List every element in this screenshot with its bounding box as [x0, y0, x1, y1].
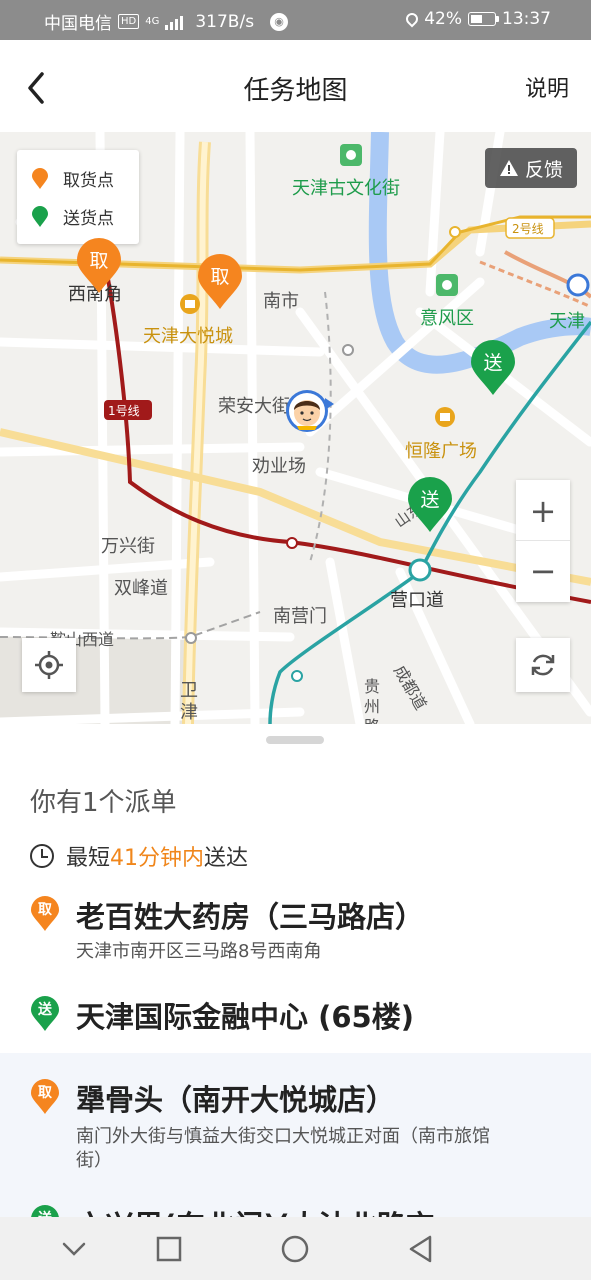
- order-count: 你有1个派单: [30, 788, 177, 818]
- order-2-block[interactable]: 取 犟骨头（南开大悦城店） 南门外大街与慎益大街交口大悦城正对面（南市旅馆街） …: [0, 1053, 591, 1243]
- delivery-badge-icon: 送: [30, 996, 60, 1032]
- crosshair-icon: [35, 651, 63, 679]
- map-label-culture-street: 天津古文化街: [292, 178, 400, 199]
- order-2-pickup[interactable]: 取 犟骨头（南开大悦城店） 南门外大街与慎益大街交口大悦城正对面（南市旅馆街）: [0, 1077, 591, 1177]
- warning-icon: [499, 160, 518, 176]
- map-label-yifeng: 意风区: [420, 308, 474, 329]
- clock-time: 13:37: [502, 9, 551, 29]
- eta-highlight: 41分钟内: [110, 846, 205, 871]
- order-2-pickup-address: 南门外大街与慎益大街交口大悦城正对面（南市旅馆街）: [76, 1126, 490, 1171]
- order-1-pickup[interactable]: 取 老百姓大药房（三马路店） 天津市南开区三马路8号西南角: [0, 894, 591, 974]
- status-left: 中国电信 HD 4G 317B/s ◉: [44, 9, 289, 34]
- pickup-marker-text: 取: [89, 250, 109, 272]
- status-right: 42% 13:37: [403, 9, 551, 29]
- map-legend: 取货点 送货点: [17, 150, 139, 244]
- delivery-marker-text: 送: [420, 489, 440, 511]
- delivery-marker-text: 送: [483, 352, 503, 374]
- triangle-back-icon: [409, 1235, 432, 1263]
- clock-icon: [30, 844, 54, 868]
- feedback-button[interactable]: 反馈: [485, 148, 577, 188]
- pickup-marker-text: 取: [210, 266, 230, 288]
- help-button[interactable]: 说明: [525, 71, 569, 103]
- network-speed: 317B/s: [195, 11, 255, 32]
- map-label-rongan: 荣安大街: [218, 396, 290, 417]
- delivery-pin-icon: [32, 205, 48, 227]
- map-label-tianjin: 天津: [549, 311, 585, 332]
- location-icon: [403, 10, 421, 28]
- map-label-nanyingmen: 南营门: [273, 606, 327, 627]
- map-label-wanxing: 万兴街: [101, 536, 155, 557]
- status-bar: 中国电信 HD 4G 317B/s ◉ 42% 13:37: [0, 0, 591, 40]
- map-label-weijin: 卫津: [180, 680, 198, 723]
- zoom-out-button[interactable]: −: [516, 541, 570, 601]
- nav-back-button[interactable]: [403, 1231, 439, 1267]
- map-label-henglong: 恒隆广场: [405, 441, 477, 462]
- refresh-icon: [531, 654, 555, 676]
- map-pickup-marker-2[interactable]: 取: [197, 254, 243, 310]
- map-label-shuangfeng: 双峰道: [114, 578, 168, 599]
- sheet-drag-handle[interactable]: [266, 736, 324, 744]
- zoom-control: + −: [516, 480, 570, 602]
- battery-icon: [468, 12, 499, 26]
- nav-recents-button[interactable]: [151, 1231, 187, 1267]
- pickup-badge-icon: 取: [30, 896, 60, 932]
- eta-suffix: 送达: [204, 846, 249, 871]
- square-icon: [156, 1236, 182, 1262]
- order-1-pickup-name: 老百姓大药房（三马路店）: [76, 900, 425, 934]
- signal-icon: [165, 14, 184, 30]
- map-pickup-marker-1[interactable]: 取: [76, 238, 122, 294]
- app-header: 任务地图 说明: [0, 40, 591, 132]
- hd-icon: HD: [118, 14, 140, 29]
- map-label-nanshi: 南市: [263, 291, 299, 312]
- rider-avatar-icon: [286, 390, 334, 432]
- nav-collapse-button[interactable]: [56, 1231, 92, 1267]
- legend-pickup: 取货点: [31, 166, 114, 191]
- feedback-label: 反馈: [524, 158, 563, 181]
- circle-icon: [281, 1235, 309, 1263]
- eta-row: 最短 41分钟内 送达: [30, 840, 248, 872]
- map-label-line2: 2号线: [512, 222, 544, 236]
- pickup-pin-icon: [32, 167, 48, 189]
- system-nav-bar: [0, 1217, 591, 1280]
- order-1-delivery[interactable]: 送 天津国际金融中心 (65楼): [0, 994, 591, 1044]
- rider-location-marker[interactable]: [285, 388, 335, 434]
- page-title: 任务地图: [243, 76, 348, 106]
- zoom-in-button[interactable]: +: [516, 481, 570, 541]
- map-label-yingkou: 营口道: [390, 590, 444, 611]
- eta-prefix: 最短: [66, 846, 111, 871]
- task-map[interactable]: 天津古文化街 2号线 西南角 天津大悦城 南市 意风区 天津 荣安大街 1号线 …: [0, 132, 591, 724]
- order-sheet[interactable]: 你有1个派单 最短 41分钟内 送达 取 老百姓大药房（三马路店） 天津市南开区…: [0, 724, 591, 1243]
- battery-percent: 42%: [424, 9, 462, 29]
- refresh-button[interactable]: [516, 638, 570, 692]
- data-saver-icon: ◉: [270, 12, 289, 31]
- map-label-guizhou: 贵州路: [364, 677, 381, 724]
- pickup-badge-icon: 取: [30, 1079, 60, 1115]
- locate-button[interactable]: [22, 638, 76, 692]
- legend-delivery: 送货点: [31, 204, 114, 229]
- legend-delivery-label: 送货点: [63, 209, 114, 229]
- carrier-label: 中国电信: [44, 14, 112, 34]
- nav-home-button[interactable]: [277, 1231, 313, 1267]
- chevron-down-icon: [62, 1242, 86, 1256]
- map-label-quanye: 劝业场: [252, 456, 306, 477]
- order-1-pickup-address: 天津市南开区三马路8号西南角: [76, 941, 322, 962]
- map-delivery-marker-1[interactable]: 送: [470, 340, 516, 396]
- order-1-delivery-name: 天津国际金融中心 (65楼): [76, 1000, 414, 1034]
- network-type: 4G: [145, 16, 160, 27]
- map-delivery-marker-2[interactable]: 送: [407, 477, 453, 533]
- map-label-line1: 1号线: [108, 404, 140, 418]
- legend-pickup-label: 取货点: [63, 171, 114, 191]
- order-2-pickup-name: 犟骨头（南开大悦城店）: [76, 1083, 396, 1117]
- map-label-joy-city: 天津大悦城: [143, 326, 233, 347]
